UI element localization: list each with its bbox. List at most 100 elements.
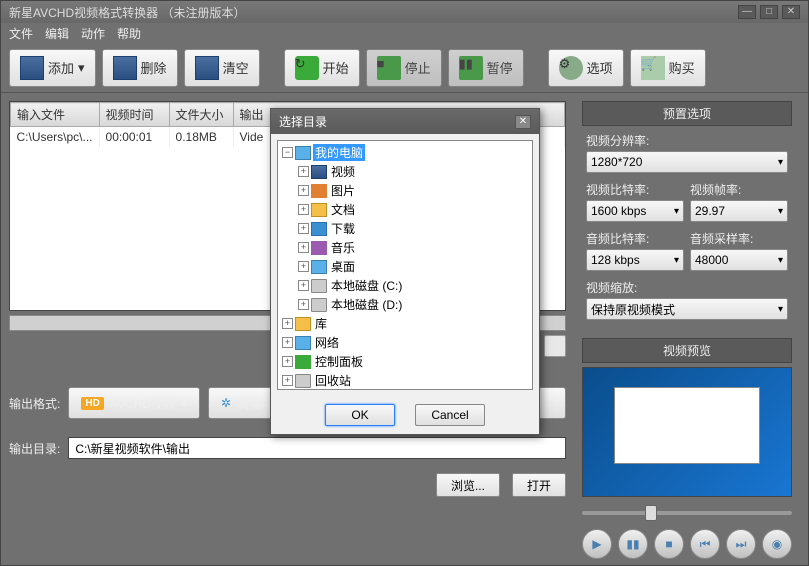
expand-icon[interactable]: + — [298, 242, 309, 253]
down-icon — [311, 222, 327, 236]
output-format-category[interactable]: HDAVCHD视频 ▾ — [68, 387, 200, 419]
output-dir-input[interactable] — [68, 437, 566, 459]
snapshot-button[interactable]: ◉ — [762, 529, 792, 559]
pic-icon — [311, 184, 327, 198]
bin-icon — [295, 374, 311, 388]
expand-icon[interactable]: + — [298, 204, 309, 215]
expand-icon[interactable]: + — [298, 185, 309, 196]
seek-slider[interactable] — [582, 505, 792, 521]
tree-item[interactable]: +本地磁盘 (D:) — [280, 295, 530, 314]
cpl-icon — [295, 355, 311, 369]
video-preview — [582, 367, 792, 497]
directory-tree[interactable]: − 我的电脑 +视频+图片+文档+下载+音乐+桌面+本地磁盘 (C:)+本地磁盘… — [277, 140, 533, 390]
tree-item[interactable]: +本地磁盘 (C:) — [280, 276, 530, 295]
minimize-button[interactable]: — — [738, 5, 756, 19]
disk-icon — [311, 298, 327, 312]
menu-action[interactable]: 动作 — [81, 25, 105, 41]
tree-item[interactable]: +控制面板 — [280, 352, 530, 371]
framerate-label: 视频帧率: — [690, 181, 788, 198]
pause-button[interactable]: ▮▮暂停 — [448, 49, 524, 87]
gear-icon: ⚙ — [559, 56, 583, 80]
vbitrate-select[interactable]: 1600 kbps — [586, 200, 684, 222]
maximize-button[interactable]: □ — [760, 5, 778, 19]
menu-help[interactable]: 帮助 — [117, 25, 141, 41]
framerate-select[interactable]: 29.97 — [690, 200, 788, 222]
open-button[interactable]: 打开 — [512, 473, 566, 497]
browse-button[interactable]: 浏览... — [436, 473, 500, 497]
tree-item[interactable]: +视频 — [280, 162, 530, 181]
expand-icon[interactable]: + — [298, 261, 309, 272]
gear-blue-icon: ✲ — [221, 396, 231, 410]
next-button[interactable]: ⏭ — [726, 529, 756, 559]
stop-icon: ■ — [377, 56, 401, 80]
samplerate-select[interactable]: 48000 — [690, 249, 788, 271]
expand-icon[interactable]: + — [298, 299, 309, 310]
abitrate-select[interactable]: 128 kbps — [586, 249, 684, 271]
samplerate-label: 音频采样率: — [690, 230, 788, 247]
abitrate-label: 音频比特率: — [586, 230, 684, 247]
play-button[interactable]: ▶ — [582, 529, 612, 559]
right-panel: 预置选项 视频分辨率: 1280*720 视频比特率: 1600 kbps 视频… — [574, 93, 800, 563]
disk-icon — [311, 279, 327, 293]
computer-icon — [295, 146, 311, 160]
tree-item[interactable]: +回收站 — [280, 371, 530, 390]
start-icon: ↻ — [295, 56, 319, 80]
select-directory-dialog: 选择目录 ✕ − 我的电脑 +视频+图片+文档+下载+音乐+桌面+本地磁盘 (C… — [270, 108, 540, 435]
music-icon — [311, 241, 327, 255]
expand-icon[interactable]: + — [282, 337, 293, 348]
buy-button[interactable]: 🛒购买 — [630, 49, 706, 87]
folder-icon — [295, 317, 311, 331]
options-button[interactable]: ⚙选项 — [548, 49, 624, 87]
dialog-close-button[interactable]: ✕ — [515, 115, 531, 129]
expand-icon[interactable]: + — [282, 318, 293, 329]
close-button[interactable]: ✕ — [782, 5, 800, 19]
expand-icon[interactable]: + — [298, 166, 309, 177]
film-clear-icon — [195, 56, 219, 80]
start-button[interactable]: ↻开始 — [284, 49, 360, 87]
collapse-icon[interactable]: − — [282, 147, 293, 158]
film-icon — [311, 165, 327, 179]
stop-play-button[interactable]: ■ — [654, 529, 684, 559]
add-button[interactable]: 添加 ▾ — [9, 49, 96, 87]
cart-icon: 🛒 — [641, 56, 665, 80]
resolution-select[interactable]: 1280*720 — [586, 151, 788, 173]
tree-root[interactable]: − 我的电脑 — [280, 143, 530, 162]
menubar: 文件 编辑 动作 帮助 — [1, 23, 808, 43]
col-size[interactable]: 文件大小 — [169, 103, 233, 127]
expand-icon[interactable]: + — [298, 223, 309, 234]
zoom-select[interactable]: 保持原视频模式 — [586, 298, 788, 320]
col-duration[interactable]: 视频时间 — [99, 103, 169, 127]
desktop-icon — [311, 260, 327, 274]
output-dir-label: 输出目录: — [9, 440, 60, 457]
tree-item[interactable]: +图片 — [280, 181, 530, 200]
preview-header: 视频预览 — [582, 338, 792, 363]
output-format-label: 输出格式: — [9, 395, 60, 412]
expand-icon[interactable]: + — [298, 280, 309, 291]
doc-icon — [311, 203, 327, 217]
film-delete-icon — [113, 56, 137, 80]
resolution-label: 视频分辨率: — [586, 132, 788, 149]
tree-item[interactable]: +下载 — [280, 219, 530, 238]
preset-header: 预置选项 — [582, 101, 792, 126]
toolbar: 添加 ▾ 删除 清空 ↻开始 ■停止 ▮▮暂停 ⚙选项 🛒购买 — [1, 43, 808, 93]
info-icon-button[interactable] — [544, 335, 566, 357]
tree-item[interactable]: +库 — [280, 314, 530, 333]
col-input[interactable]: 输入文件 — [11, 103, 100, 127]
clear-button[interactable]: 清空 — [184, 49, 260, 87]
tree-item[interactable]: +文档 — [280, 200, 530, 219]
expand-icon[interactable]: + — [282, 375, 293, 386]
pause-play-button[interactable]: ▮▮ — [618, 529, 648, 559]
expand-icon[interactable]: + — [282, 356, 293, 367]
prev-button[interactable]: ⏮ — [690, 529, 720, 559]
titlebar: 新星AVCHD视频格式转换器 （未注册版本） — □ ✕ — [1, 1, 808, 23]
tree-item[interactable]: +网络 — [280, 333, 530, 352]
tree-item[interactable]: +音乐 — [280, 238, 530, 257]
menu-file[interactable]: 文件 — [9, 25, 33, 41]
tree-item[interactable]: +桌面 — [280, 257, 530, 276]
net-icon — [295, 336, 311, 350]
ok-button[interactable]: OK — [325, 404, 395, 426]
menu-edit[interactable]: 编辑 — [45, 25, 69, 41]
cancel-button[interactable]: Cancel — [415, 404, 485, 426]
stop-button[interactable]: ■停止 — [366, 49, 442, 87]
delete-button[interactable]: 删除 — [102, 49, 178, 87]
